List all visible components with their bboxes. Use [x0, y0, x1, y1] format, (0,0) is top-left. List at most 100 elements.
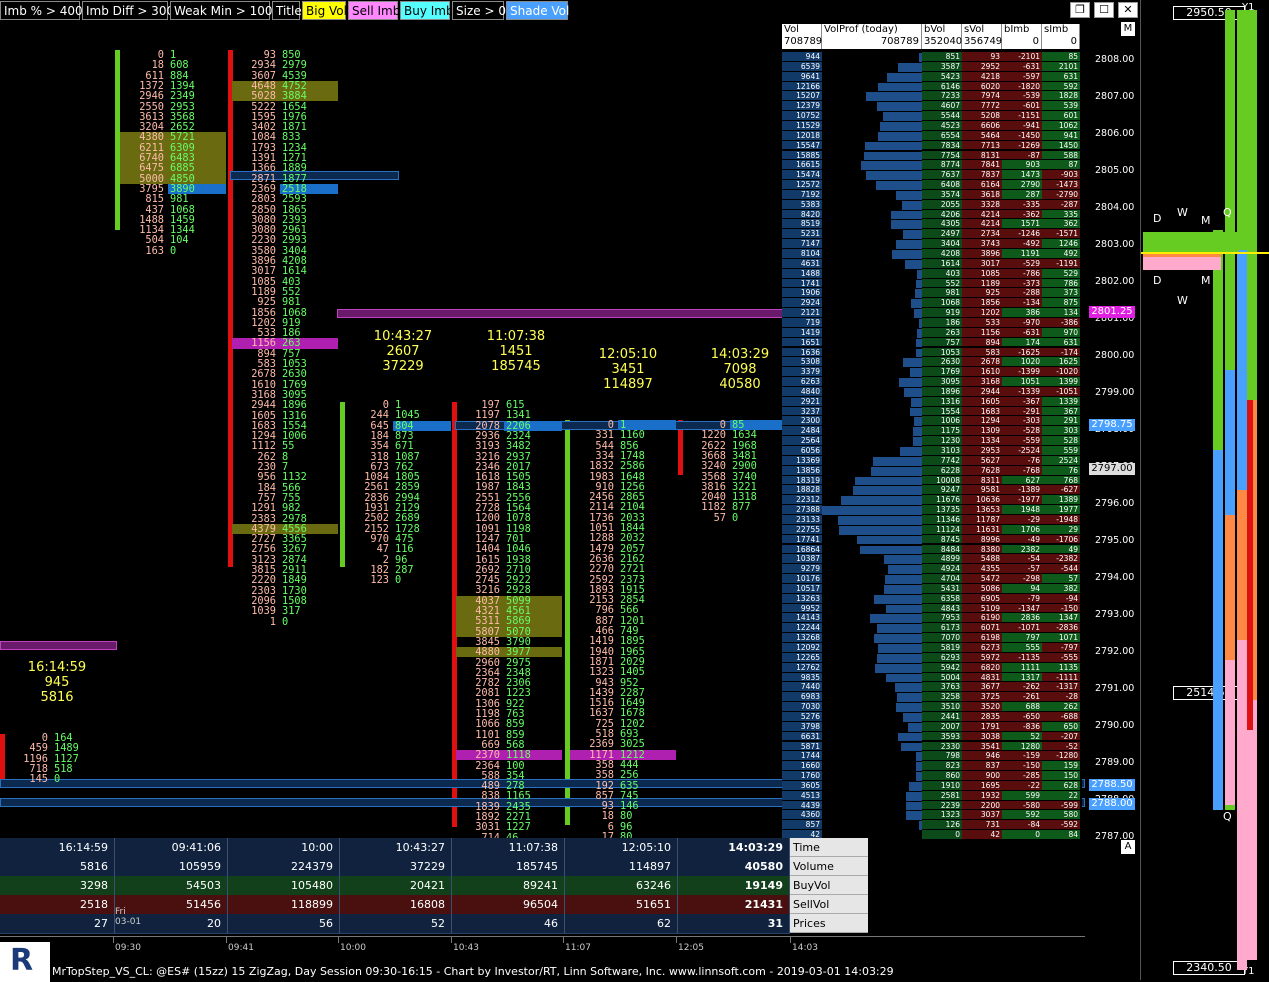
restore-window-icon[interactable]: ❐	[1070, 2, 1090, 18]
vol-cell: 7147	[782, 239, 822, 249]
bid-volume: 1	[269, 615, 276, 628]
toolbar-button-big-vol[interactable]: Big Vol	[302, 1, 347, 20]
range-column	[1237, 250, 1247, 490]
simb-cell: -1948	[1042, 514, 1080, 525]
toolbar-button-sell-imb[interactable]: Sell Imb	[348, 1, 400, 20]
corner-a-button[interactable]: A	[1121, 840, 1135, 854]
bvol-cell: 3103	[922, 446, 962, 456]
vol-cell: 23133	[782, 514, 822, 525]
bvol-cell: 6554	[922, 130, 962, 141]
date-label: Fri 03-01	[115, 907, 142, 927]
summary-cell: 40580	[678, 857, 790, 876]
toolbar-button-shade-vol[interactable]: Shade Vol	[506, 1, 569, 20]
volprof-bar	[900, 447, 923, 456]
price-marker: 2788.00	[1089, 798, 1135, 810]
svol-cell: 1085	[962, 268, 1002, 279]
volprof-row: 2921 1316 1605 -367 1339	[782, 396, 1082, 407]
volprof-header-4[interactable]: bImb 0	[1002, 24, 1042, 49]
toolbar-button-imb-400[interactable]: Imb % > 400	[0, 1, 83, 20]
bimb-cell: -291	[1002, 406, 1042, 417]
vol-cell: 1741	[782, 278, 822, 289]
volprof-row: 5871 2330 3541 1280 -52	[782, 741, 1082, 752]
corner-m-button[interactable]: M	[1121, 22, 1135, 36]
svol-cell: 1932	[962, 790, 1002, 801]
vol-cell: 6056	[782, 446, 822, 456]
summary-row-label: SellVol	[790, 895, 868, 914]
volprof-bar	[887, 72, 923, 82]
time-tick-label: 10:00	[340, 943, 366, 953]
bar-label-time: 16:14:59	[27, 660, 87, 675]
bvol-cell: 860	[922, 771, 962, 781]
bvol-cell: 7953	[922, 613, 962, 624]
bid-volume: 3193	[475, 440, 500, 453]
bimb-cell: 1280	[1002, 741, 1042, 752]
bimb-cell: 1317	[1002, 672, 1042, 683]
bid-volume: 5028	[251, 90, 276, 103]
bvol-cell: 3587	[922, 61, 962, 72]
vol-cell: 15474	[782, 170, 822, 181]
bimb-cell: 94	[1002, 583, 1042, 594]
volprof-bar	[906, 801, 923, 811]
toolbar-button-imb-diff-300[interactable]: Imb Diff > 300	[82, 1, 174, 20]
ask-volume: 116	[395, 543, 414, 556]
range-column	[1237, 490, 1247, 640]
volprof-bar	[908, 722, 923, 732]
volprof-header-0[interactable]: Vol 708789	[782, 24, 822, 49]
volprof-row: 15885 7754 8131 -87 588	[782, 150, 1082, 161]
simb-cell: 1246	[1042, 239, 1080, 249]
simb-cell: 159	[1042, 761, 1080, 772]
bimb-cell: -1625	[1002, 347, 1042, 358]
vol-cell: 9952	[782, 603, 822, 614]
simb-cell: 1135	[1042, 662, 1080, 673]
bvol-cell: 4924	[922, 564, 962, 575]
volprof-bar	[877, 653, 923, 663]
volprof-header-2[interactable]: bVol 352040	[922, 24, 962, 49]
toolbar-button-size-0[interactable]: Size > 0	[452, 1, 506, 20]
range-column	[1247, 700, 1257, 960]
volprof-header-3[interactable]: sVol 356749	[962, 24, 1002, 49]
close-window-icon[interactable]: ✕	[1118, 2, 1138, 18]
simb-cell: 1389	[1042, 495, 1080, 506]
bimb-cell: 797	[1002, 633, 1042, 643]
time-tick-label: 10:43	[453, 943, 479, 953]
volprof-row: 5231 2497 2734 -1246 -1571	[782, 229, 1082, 240]
vol-cell: 15207	[782, 91, 822, 102]
bimb-cell: -1347	[1002, 603, 1042, 614]
volprof-row: 4360 1323 3037 592 580	[782, 810, 1082, 821]
volprof-bar	[897, 693, 923, 703]
svol-cell: 3541	[962, 741, 1002, 752]
toolbar-button-buy-imb[interactable]: Buy Imb	[400, 1, 454, 20]
volprof-row: 22312 11676 10636 -1977 1389	[782, 495, 1082, 506]
simb-cell: 335	[1042, 209, 1080, 220]
bar-label-delta: 37229	[382, 359, 424, 374]
bid-volume: 2944	[251, 399, 276, 412]
bimb-cell: -288	[1002, 288, 1042, 299]
svol-cell: 3677	[962, 682, 1002, 693]
bvol-cell: 8745	[922, 534, 962, 545]
vol-cell: 2564	[782, 436, 822, 446]
price-scale[interactable]: 2808.00 2807.00 2806.00 2805.00 2804.00 2803.…	[1085, 22, 1137, 854]
volprof-header-1[interactable]: VolProf (today) 708789	[822, 24, 922, 49]
toolbar-button-weak-min-100[interactable]: Weak Min > 100	[170, 1, 273, 20]
volprof-header-5[interactable]: sImb 0	[1042, 24, 1080, 49]
svol-cell: 2953	[962, 446, 1002, 456]
simb-cell: 1977	[1042, 505, 1080, 515]
volprof-row: 12572 6408 6164 2790 -1473	[782, 180, 1082, 190]
bimb-cell: -54	[1002, 554, 1042, 565]
ask-volume: 3884	[282, 90, 307, 103]
vol-cell: 14143	[782, 613, 822, 624]
svol-cell: 8996	[962, 534, 1002, 545]
simb-cell: -28	[1042, 692, 1080, 703]
price-label: 2800.00	[1095, 350, 1135, 361]
summary-row-label: BuyVol	[790, 876, 868, 895]
vol-cell: 12092	[782, 643, 822, 653]
vol-cell: 17741	[782, 534, 822, 545]
bimb-cell: -298	[1002, 574, 1042, 584]
bid-volume: 815	[145, 193, 164, 206]
summary-cell: 105480	[228, 876, 340, 895]
toolbar-button-title[interactable]: Title	[272, 1, 302, 20]
bimb-cell: -580	[1002, 800, 1042, 811]
maximize-window-icon[interactable]: ☐	[1094, 2, 1114, 18]
vol-cell: 15885	[782, 150, 822, 161]
vol-cell: 1636	[782, 347, 822, 358]
